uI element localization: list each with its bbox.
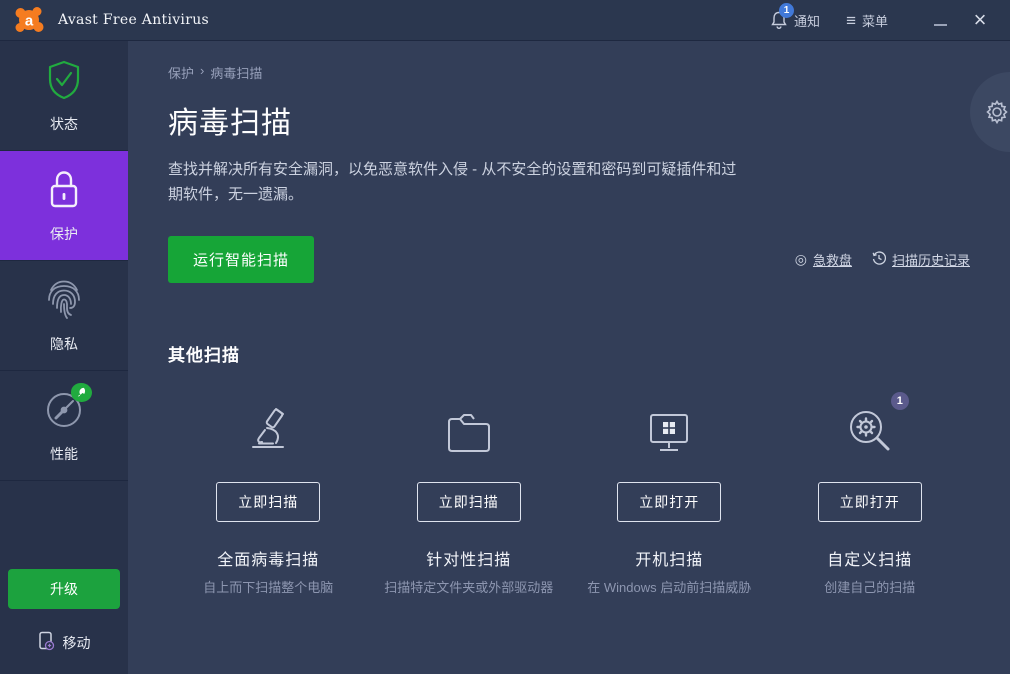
history-clock-icon xyxy=(872,251,886,268)
minimize-button[interactable] xyxy=(924,5,956,35)
rescue-disk-label: 急救盘 xyxy=(813,250,852,269)
fingerprint-icon xyxy=(42,278,86,322)
card-title: 全面病毒扫描 xyxy=(217,546,319,570)
run-smart-scan-button[interactable]: 运行智能扫描 xyxy=(168,236,314,283)
scan-now-button[interactable]: 立即扫描 xyxy=(417,482,521,522)
mobile-label: 移动 xyxy=(63,633,91,653)
notifications-label: 通知 xyxy=(794,11,820,30)
custom-scan-magnifier-gear-icon: 1 xyxy=(845,400,895,456)
sidebar-item-status[interactable]: 状态 xyxy=(0,41,128,151)
card-title: 针对性扫描 xyxy=(426,546,511,570)
folder-icon xyxy=(443,400,495,456)
sidebar-item-performance[interactable]: 性能 xyxy=(0,371,128,481)
sidebar-item-label: 状态 xyxy=(50,114,78,134)
shield-check-icon xyxy=(42,58,86,102)
card-subtitle: 创建自己的扫描 xyxy=(824,578,915,599)
svg-text:a: a xyxy=(25,13,34,30)
custom-scan-count-badge: 1 xyxy=(891,392,909,410)
scan-history-label: 扫描历史记录 xyxy=(892,250,970,269)
sidebar-item-protection[interactable]: 保护 xyxy=(0,151,128,261)
rescue-disk-icon: ◎ xyxy=(795,252,807,266)
close-button[interactable]: × xyxy=(964,5,996,35)
open-now-button[interactable]: 立即打开 xyxy=(818,482,922,522)
sidebar-item-label: 保护 xyxy=(50,224,78,244)
card-subtitle: 自上而下扫描整个电脑 xyxy=(203,578,333,599)
app-title: Avast Free Antivirus xyxy=(58,12,209,28)
breadcrumb-current: 病毒扫描 xyxy=(210,63,262,82)
notifications-button[interactable]: 1 通知 xyxy=(770,10,820,30)
menu-button[interactable]: ≡ 菜单 xyxy=(846,11,888,30)
breadcrumb: 保护 › 病毒扫描 xyxy=(168,63,970,82)
card-title: 自定义扫描 xyxy=(827,546,912,570)
speedometer-icon xyxy=(42,388,86,432)
upgrade-button[interactable]: 升级 xyxy=(8,569,120,609)
notification-count-badge: 1 xyxy=(779,3,794,18)
boot-monitor-icon xyxy=(643,400,695,456)
sidebar-item-label: 隐私 xyxy=(50,334,78,354)
mobile-phone-icon xyxy=(38,631,55,654)
scan-now-button[interactable]: 立即扫描 xyxy=(216,482,320,522)
main-content: 保护 › 病毒扫描 病毒扫描 查找并解决所有安全漏洞，以免恶意软件入侵 - 从不… xyxy=(128,41,1010,674)
page-title: 病毒扫描 xyxy=(168,98,970,142)
sidebar: 状态 保护 隐私 xyxy=(0,41,128,674)
scan-cards: 立即扫描 全面病毒扫描 自上而下扫描整个电脑 立即扫描 针对性扫描 扫描特定文件… xyxy=(168,400,970,599)
card-subtitle: 在 Windows 启动前扫描威胁 xyxy=(587,578,751,599)
hamburger-icon: ≡ xyxy=(846,12,856,29)
other-scans-section-title: 其他扫描 xyxy=(168,341,970,366)
card-boot-scan: 立即打开 开机扫描 在 Windows 启动前扫描威胁 xyxy=(569,400,770,599)
card-full-virus-scan: 立即扫描 全面病毒扫描 自上而下扫描整个电脑 xyxy=(168,400,369,599)
card-targeted-scan: 立即扫描 针对性扫描 扫描特定文件夹或外部驱动器 xyxy=(369,400,570,599)
scan-history-link[interactable]: 扫描历史记录 xyxy=(872,250,970,269)
rescue-disk-link[interactable]: ◎ 急救盘 xyxy=(795,250,852,269)
avast-logo: a xyxy=(0,5,58,35)
menu-label: 菜单 xyxy=(862,11,888,30)
bell-icon: 1 xyxy=(770,10,788,30)
sidebar-item-privacy[interactable]: 隐私 xyxy=(0,261,128,371)
page-description: 查找并解决所有安全漏洞，以免恶意软件入侵 - 从不安全的设置和密码到可疑插件和过… xyxy=(168,158,738,208)
close-icon: × xyxy=(974,9,987,31)
mobile-button[interactable]: 移动 xyxy=(38,631,91,662)
gear-icon xyxy=(984,99,1010,125)
lock-icon xyxy=(42,168,86,212)
card-title: 开机扫描 xyxy=(635,546,703,570)
breadcrumb-separator: › xyxy=(200,63,204,82)
breadcrumb-parent[interactable]: 保护 xyxy=(168,63,194,82)
card-custom-scan: 1 立即打开 自定义扫描 创建自己的扫描 xyxy=(770,400,971,599)
card-subtitle: 扫描特定文件夹或外部驱动器 xyxy=(384,578,553,599)
performance-new-badge xyxy=(71,383,92,402)
sidebar-item-label: 性能 xyxy=(50,444,78,464)
title-bar: a Avast Free Antivirus 1 通知 ≡ 菜单 × xyxy=(0,0,1010,41)
minimize-icon xyxy=(934,24,947,26)
microscope-icon xyxy=(243,400,293,456)
open-now-button[interactable]: 立即打开 xyxy=(617,482,721,522)
